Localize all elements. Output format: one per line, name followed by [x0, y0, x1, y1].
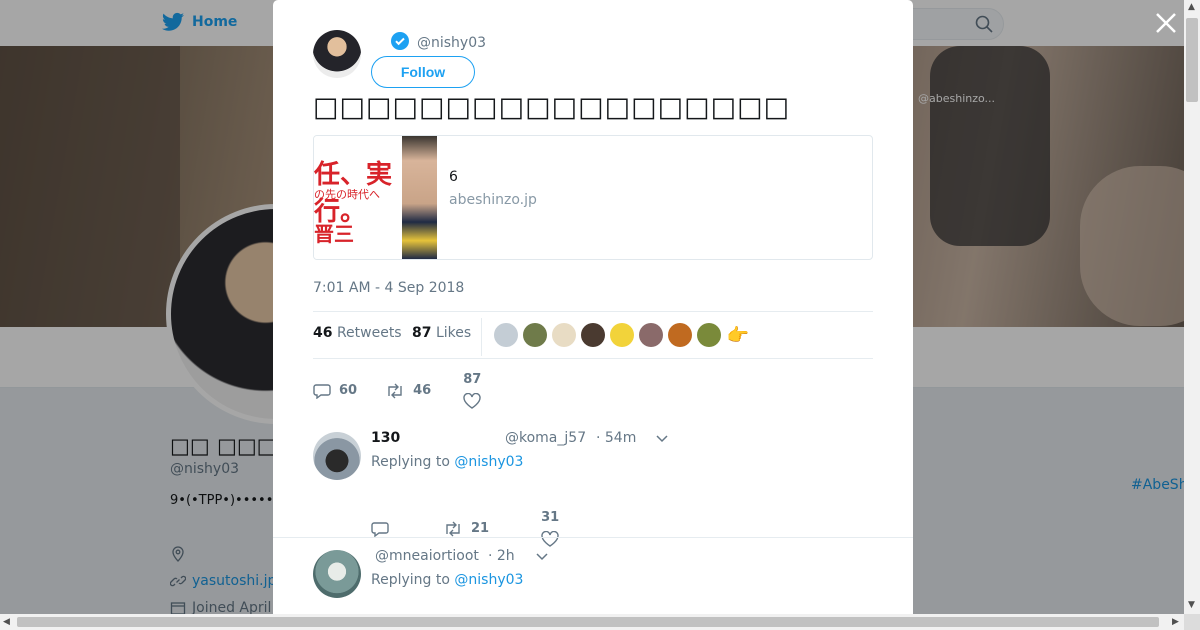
reply-time[interactable]: · 54m	[596, 430, 636, 446]
reply-count: 60	[339, 383, 358, 398]
replying-to-link[interactable]: @nishy03	[454, 454, 523, 470]
avatar[interactable]	[639, 323, 663, 347]
reply-author-handle[interactable]: @koma_j57	[505, 430, 586, 446]
vertical-scrollbar[interactable]: ▲ ▼	[1184, 0, 1200, 614]
replying-to: Replying to @nishy03	[371, 454, 523, 470]
retweet-icon	[388, 383, 402, 398]
chevron-down-icon[interactable]	[535, 552, 549, 562]
retweet-count: 46	[413, 383, 432, 398]
author-avatar[interactable]	[313, 30, 361, 78]
card-title: 6	[449, 169, 458, 185]
replying-to-link[interactable]: @nishy03	[454, 572, 523, 588]
like-count: 87	[463, 372, 482, 387]
avatar[interactable]	[523, 323, 547, 347]
like-button[interactable]: 31	[541, 510, 559, 547]
reply-icon[interactable]	[371, 521, 389, 537]
retweets-label: Retweets	[336, 325, 402, 341]
like-button[interactable]: 87	[463, 372, 481, 409]
replying-to-prefix: Replying to	[371, 454, 450, 470]
scroll-right-arrow-icon[interactable]: ▶	[1172, 617, 1179, 627]
divider	[273, 537, 913, 538]
avatar[interactable]	[313, 432, 361, 480]
retweet-count: 21	[471, 521, 490, 536]
reply-actions: 21 31	[371, 510, 559, 547]
liker-avatars: 👉	[494, 323, 750, 347]
scroll-up-arrow-icon[interactable]: ▲	[1188, 2, 1195, 12]
scroll-down-arrow-icon[interactable]: ▼	[1188, 600, 1195, 610]
reply-author-handle[interactable]: @mneaiortioot	[375, 548, 479, 564]
retweet-button[interactable]: 46	[385, 383, 431, 399]
divider	[313, 358, 873, 359]
tweet-actions: 60 46 87	[313, 372, 481, 409]
reply-time[interactable]: · 2h	[488, 548, 515, 564]
card-image-text-2: の先の時代へ	[314, 188, 380, 201]
card-image: 任、実行。 の先の時代へ 晋三	[314, 136, 437, 259]
avatar[interactable]	[552, 323, 576, 347]
likes-count: 87	[412, 325, 432, 341]
card-domain: abeshinzo.jp	[449, 192, 537, 208]
likes-stat[interactable]: 87 Likes	[412, 325, 471, 341]
heart-icon	[463, 393, 481, 409]
likes-label: Likes	[435, 325, 472, 341]
retweets-stat[interactable]: 46 Retweets	[313, 325, 402, 341]
scroll-left-arrow-icon[interactable]: ◀	[3, 617, 10, 627]
reply-button[interactable]: 60	[313, 383, 357, 399]
heart-icon	[541, 531, 559, 547]
tweet-modal: @nishy03 Follow □□□□□□□□□□□□□□□□□□ 任、実行。…	[273, 0, 913, 614]
scrollbar-thumb[interactable]	[17, 617, 1159, 627]
retweet-icon	[446, 521, 460, 536]
avatar[interactable]	[668, 323, 692, 347]
link-card[interactable]: 任、実行。 の先の時代へ 晋三 6 abeshinzo.jp	[313, 135, 873, 260]
reply-icon	[313, 383, 331, 399]
like-count: 31	[541, 510, 560, 525]
retweets-count: 46	[313, 325, 333, 341]
avatar[interactable]	[697, 323, 721, 347]
card-image-text-3: 晋三	[314, 222, 354, 246]
avatar[interactable]	[581, 323, 605, 347]
close-icon[interactable]	[1154, 11, 1178, 35]
avatar[interactable]	[610, 323, 634, 347]
follow-button[interactable]: Follow	[371, 56, 475, 88]
tweet-timestamp[interactable]: 7:01 AM - 4 Sep 2018	[313, 280, 464, 296]
horizontal-scrollbar[interactable]: ◀ ▶	[0, 614, 1184, 630]
reply-author-name[interactable]: 130	[371, 430, 400, 446]
replying-to-prefix: Replying to	[371, 572, 450, 588]
divider	[481, 318, 482, 356]
chevron-down-icon[interactable]	[655, 434, 669, 444]
avatar[interactable]	[313, 550, 361, 598]
avatar[interactable]	[494, 323, 518, 347]
thumbs-icon[interactable]: 👉	[726, 323, 750, 347]
author-handle[interactable]: @nishy03	[417, 35, 486, 51]
divider	[313, 311, 873, 312]
verified-badge-icon	[391, 32, 409, 50]
scrollbar-corner	[1184, 614, 1200, 630]
scrollbar-thumb[interactable]	[1186, 18, 1198, 102]
tweet-text: □□□□□□□□□□□□□□□□□□	[313, 92, 791, 123]
retweet-button[interactable]: 21	[443, 521, 489, 537]
replying-to: Replying to @nishy03	[371, 572, 523, 588]
